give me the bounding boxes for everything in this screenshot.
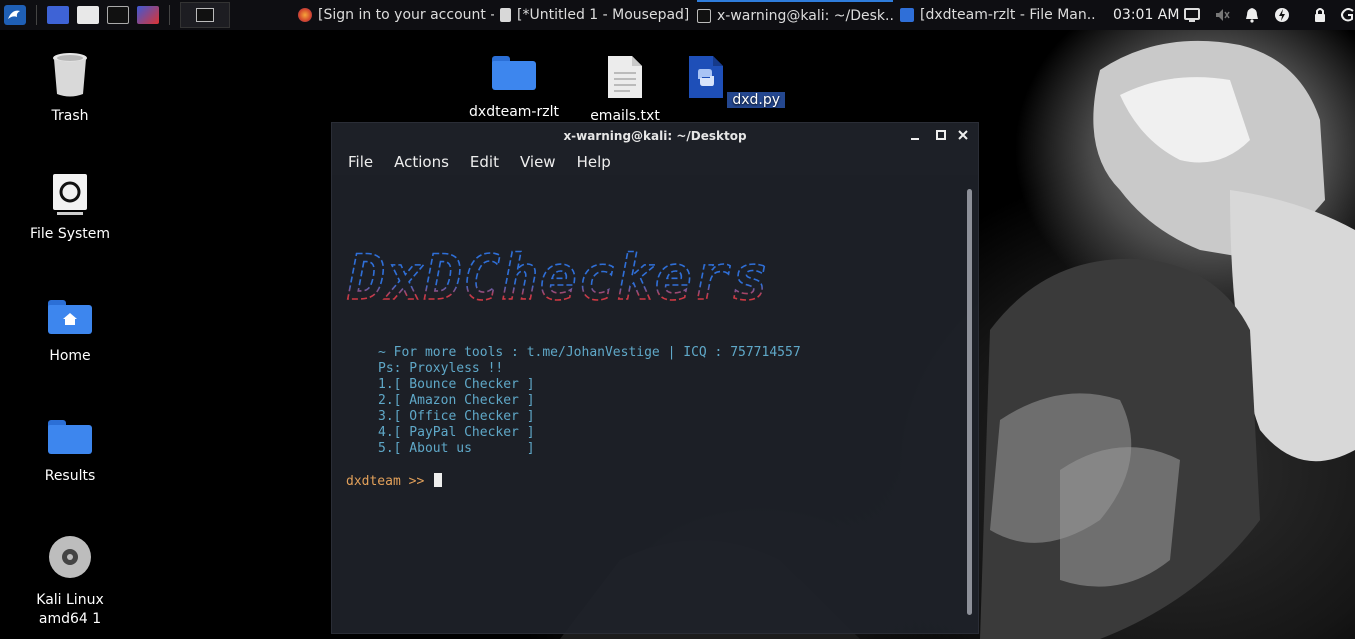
- taskbar-item-terminal[interactable]: x-warning@kali: ~/Desk...: [697, 0, 893, 30]
- desktop-icon-label: Home: [49, 348, 91, 364]
- minimize-button[interactable]: [904, 123, 926, 149]
- lock-icon[interactable]: [1312, 7, 1328, 23]
- ascii-banner: DxDCheckers: [346, 240, 770, 315]
- terminal-output[interactable]: DxDCheckers ~ For more tools : t.me/Joha…: [332, 175, 962, 633]
- volume-icon[interactable]: [1214, 7, 1230, 23]
- command-prompt[interactable]: dxdteam >>: [346, 473, 443, 489]
- taskbar-item-firefox[interactable]: [Sign in to your account - ...: [298, 0, 494, 30]
- text-cursor: [434, 473, 443, 487]
- workspace-terminal-icon: [196, 8, 214, 22]
- close-icon: [958, 130, 968, 140]
- session-menu-icon[interactable]: [1340, 7, 1355, 23]
- kali-dragon-icon: [4, 5, 26, 25]
- kali-menu-button[interactable]: [0, 0, 30, 30]
- menu-option-about: 5.[ About us ]: [378, 441, 535, 456]
- menu-edit[interactable]: Edit: [470, 153, 499, 171]
- panel-separator: [36, 5, 37, 25]
- firefox-icon: [298, 8, 312, 22]
- desktop-icon-label: File System: [29, 226, 111, 242]
- desktop-icon-file-system[interactable]: File System: [10, 174, 130, 242]
- folder-icon: [492, 56, 536, 90]
- workspace-switcher[interactable]: [180, 2, 230, 28]
- trash-icon: [53, 53, 87, 97]
- terminal-scrollbar[interactable]: [967, 189, 972, 615]
- menu-file[interactable]: File: [348, 153, 373, 171]
- folder-icon: [48, 420, 92, 454]
- terminal-icon: [697, 9, 711, 23]
- prompt-text: dxdteam >>: [346, 474, 433, 489]
- desktop-icon-label: Kali Linux amd64 1: [36, 592, 104, 627]
- close-button[interactable]: [952, 123, 974, 149]
- home-glyph-icon: [63, 313, 77, 325]
- disc-icon: [49, 536, 91, 578]
- desktop-icon-trash[interactable]: Trash: [10, 52, 130, 124]
- window-title: x-warning@kali: ~/Desktop: [563, 129, 747, 143]
- show-desktop-icon[interactable]: [47, 6, 69, 24]
- desktop-icon-label: Trash: [51, 108, 89, 124]
- menu-help[interactable]: Help: [577, 153, 611, 171]
- terminal-launcher-icon[interactable]: [107, 6, 129, 24]
- taskbar-item-label: [Sign in to your account - ...: [318, 7, 494, 23]
- terminal-window[interactable]: x-warning@kali: ~/Desktop File Actions E…: [331, 122, 979, 634]
- notification-bell-icon[interactable]: [1244, 7, 1260, 23]
- desktop-icon-label: dxdteam-rzlt: [469, 104, 559, 120]
- maximize-button[interactable]: [930, 123, 952, 149]
- power-manager-icon[interactable]: [1274, 7, 1290, 23]
- file-manager-icon: [900, 8, 914, 22]
- menu-view[interactable]: View: [520, 153, 556, 171]
- desktop-icon-dxd-py[interactable]: dxd.py: [677, 56, 797, 108]
- taskbar-item-file-manager[interactable]: [dxdteam-rzlt - File Man...: [900, 0, 1096, 30]
- terminal-titlebar[interactable]: x-warning@kali: ~/Desktop: [332, 123, 978, 149]
- maximize-icon: [936, 130, 946, 140]
- menu-option-bounce: 1.[ Bounce Checker ]: [378, 377, 535, 392]
- banner-text: DxDCheckers: [347, 241, 770, 314]
- note-line: Ps: Proxyless !!: [378, 361, 504, 376]
- desktop-icon-results[interactable]: Results: [10, 420, 130, 484]
- desktop-icon-kali-disc[interactable]: Kali Linux amd64 1: [10, 535, 130, 629]
- menu-option-office: 3.[ Office Checker ]: [378, 409, 535, 424]
- python-file-icon: [688, 56, 723, 98]
- taskbar-item-label: x-warning@kali: ~/Desk...: [717, 8, 893, 24]
- screen-recorder-icon[interactable]: [137, 6, 159, 24]
- info-line: ~ For more tools : t.me/JohanVestige | I…: [378, 345, 801, 360]
- taskbar-item-label: [*Untitled 1 - Mousepad]: [517, 7, 688, 23]
- menu-actions[interactable]: Actions: [394, 153, 449, 171]
- menu-option-amazon: 2.[ Amazon Checker ]: [378, 393, 535, 408]
- taskbar-item-mousepad[interactable]: [*Untitled 1 - Mousepad]: [500, 0, 688, 30]
- desktop-icon-label: dxd.py: [727, 92, 786, 108]
- panel-separator: [169, 5, 170, 25]
- desktop-icon-emails-txt[interactable]: emails.txt: [565, 56, 685, 124]
- panel-clock[interactable]: 03:01 AM: [1113, 0, 1179, 30]
- desktop-icon-dxdteam-rzlt[interactable]: dxdteam-rzlt: [454, 56, 574, 120]
- terminal-menubar: File Actions Edit View Help: [332, 149, 978, 175]
- text-file-icon: [608, 56, 642, 98]
- drive-icon: [53, 174, 87, 215]
- taskbar-item-label: [dxdteam-rzlt - File Man...: [920, 7, 1096, 23]
- minimize-icon: [911, 138, 919, 140]
- home-folder-icon: [48, 300, 92, 334]
- desktop-icon-home[interactable]: Home: [10, 300, 130, 364]
- file-manager-launcher-icon[interactable]: [77, 6, 99, 24]
- mousepad-icon: [500, 8, 511, 22]
- screen-icon[interactable]: [1184, 7, 1200, 23]
- desktop-icon-label: Results: [44, 468, 96, 484]
- menu-option-paypal: 4.[ PayPal Checker ]: [378, 425, 535, 440]
